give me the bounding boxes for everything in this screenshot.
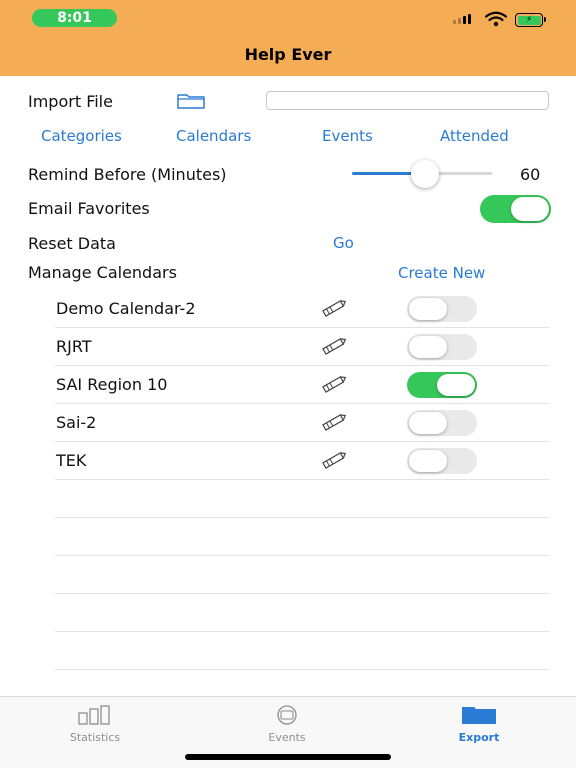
cellular-signal-icon: [453, 14, 471, 24]
calendar-toggle[interactable]: [407, 296, 477, 322]
calendar-name: SAI Region 10: [56, 375, 168, 394]
events-link[interactable]: Events: [322, 127, 373, 145]
reset-data-label: Reset Data: [28, 234, 116, 253]
empty-list-row: [55, 632, 549, 670]
empty-list-row: [55, 594, 549, 632]
remind-slider-thumb[interactable]: [410, 160, 439, 188]
email-favorites-label: Email Favorites: [28, 199, 150, 218]
toggle-knob: [437, 374, 475, 396]
empty-list-row: [55, 480, 549, 518]
tab-statistics[interactable]: Statistics: [35, 705, 155, 744]
remind-before-label: Remind Before (Minutes): [28, 165, 227, 184]
import-file-field[interactable]: [266, 91, 549, 110]
import-file-label: Import File: [28, 92, 113, 111]
calendar-list: Demo Calendar-2 RJRT SAI Region 10 Sai-2 TEK: [55, 290, 549, 670]
calendar-name: TEK: [56, 451, 87, 470]
manage-calendars-label: Manage Calendars: [28, 263, 177, 282]
calendar-row: RJRT: [55, 328, 549, 366]
email-favorites-toggle[interactable]: [480, 195, 551, 223]
bar-chart-icon: [78, 705, 110, 725]
remind-value: 60: [520, 165, 541, 184]
battery-icon: ⚡: [515, 13, 546, 27]
nav-header: 8:01 ⚡ Help Ever: [0, 0, 576, 76]
calendar-badge-icon: [277, 705, 297, 725]
status-time: 8:01: [32, 9, 117, 27]
toggle-knob: [409, 298, 447, 320]
attended-link[interactable]: Attended: [440, 127, 509, 145]
empty-list-row: [55, 556, 549, 594]
pencil-icon[interactable]: [320, 299, 348, 321]
toggle-knob: [409, 412, 447, 434]
remind-slider[interactable]: [352, 160, 492, 188]
calendar-row: Demo Calendar-2: [55, 290, 549, 328]
calendar-row: SAI Region 10: [55, 366, 549, 404]
toggle-knob: [511, 197, 549, 221]
calendar-row: Sai-2: [55, 404, 549, 442]
tab-statistics-label: Statistics: [69, 731, 121, 744]
calendar-toggle[interactable]: [407, 372, 477, 398]
page-title: Help Ever: [244, 45, 332, 64]
home-indicator: [185, 754, 391, 760]
categories-link[interactable]: Categories: [41, 127, 122, 145]
wifi-icon: [485, 11, 507, 27]
calendars-link[interactable]: Calendars: [176, 127, 251, 145]
folder-icon: [462, 707, 496, 724]
calendar-row: TEK: [55, 442, 549, 480]
pencil-icon[interactable]: [320, 375, 348, 397]
tab-export-label: Export: [458, 731, 500, 744]
tab-events[interactable]: Events: [227, 705, 347, 744]
reset-go-button[interactable]: Go: [333, 234, 354, 252]
tab-export[interactable]: Export: [419, 705, 539, 744]
calendar-name: Sai-2: [56, 413, 97, 432]
calendar-name: RJRT: [56, 337, 92, 356]
calendar-toggle[interactable]: [407, 334, 477, 360]
calendar-name: Demo Calendar-2: [56, 299, 196, 318]
calendar-toggle[interactable]: [407, 410, 477, 436]
pencil-icon[interactable]: [320, 413, 348, 435]
pencil-icon[interactable]: [320, 451, 348, 473]
tab-events-label: Events: [268, 731, 306, 744]
calendar-toggle[interactable]: [407, 448, 477, 474]
create-new-button[interactable]: Create New: [398, 264, 485, 282]
toggle-knob: [409, 450, 447, 472]
pencil-icon[interactable]: [320, 337, 348, 359]
toggle-knob: [409, 336, 447, 358]
folder-icon[interactable]: [177, 93, 205, 109]
empty-list-row: [55, 518, 549, 556]
